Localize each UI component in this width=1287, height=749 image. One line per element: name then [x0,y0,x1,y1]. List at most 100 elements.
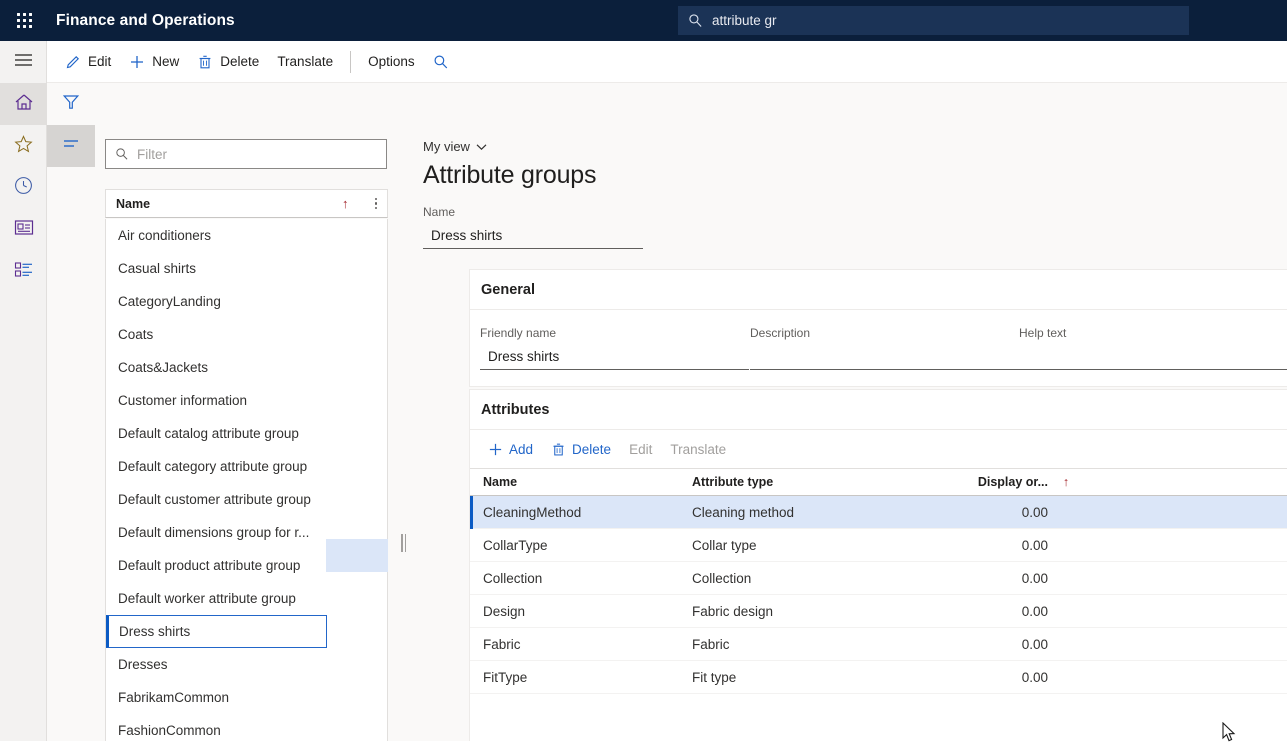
list-item[interactable]: Air conditioners [106,219,387,252]
list-item[interactable]: Coats&Jackets [106,351,387,384]
app-launcher-icon [17,13,32,28]
list-item-label: Coats [118,327,153,342]
column-header-attribute-type[interactable]: Attribute type [692,475,914,489]
cell-display-order: 0.00 [914,505,1054,520]
pane-splitter[interactable] [399,83,409,741]
options-button[interactable]: Options [359,46,424,78]
name-field-group: Name Dress shirts [423,205,643,249]
sidebar-item-home[interactable] [0,83,47,125]
sidebar-item-workspaces[interactable] [0,209,47,251]
translate-button[interactable]: Translate [268,46,342,78]
friendly-name-input[interactable]: Dress shirts [480,344,749,370]
list-item[interactable]: FabrikamCommon [106,681,387,714]
search-icon [433,54,449,70]
attributes-edit-button: Edit [620,435,661,463]
attributes-edit-label: Edit [629,442,652,457]
attributes-add-label: Add [509,442,533,457]
table-row[interactable]: DesignFabric design0.00 [470,595,1287,628]
list-item[interactable]: Customer information [106,384,387,417]
table-row[interactable]: CleaningMethodCleaning method0.00 [470,496,1287,529]
name-field-input[interactable]: Dress shirts [423,223,643,249]
options-button-label: Options [368,54,415,69]
column-header-name[interactable]: Name [470,475,692,489]
delete-button-label: Delete [220,54,259,69]
list-item[interactable]: FashionCommon [106,714,387,741]
column-header-display-order[interactable]: Display or... [914,475,1054,489]
pencil-icon [65,54,81,70]
table-row[interactable]: CollectionCollection0.00 [470,562,1287,595]
hamburger-menu-button[interactable] [0,41,47,83]
attributes-grid-body: CleaningMethodCleaning method0.00CollarT… [470,496,1287,694]
more-vertical-icon[interactable] [375,198,378,210]
action-toolbar: Edit New Delete [47,41,1287,83]
list-item-label: FabrikamCommon [118,690,229,705]
list-scrollbar[interactable] [381,219,388,741]
cell-name: CleaningMethod [470,505,692,520]
cell-display-order: 0.00 [914,637,1054,652]
general-section-title[interactable]: General [470,270,1287,310]
list-item[interactable]: Default catalog attribute group [106,417,387,450]
list-item[interactable]: CategoryLanding [106,285,387,318]
help-text-input[interactable] [1019,344,1287,370]
chevron-down-icon [476,143,487,151]
table-row[interactable]: FitTypeFit type0.00 [470,661,1287,694]
hamburger-menu-icon [14,53,33,72]
general-section: General Friendly name Dress shirts Descr… [469,269,1287,387]
list-item[interactable]: Dresses [106,648,387,681]
attributes-section: Attributes Add [469,389,1287,741]
list-icon [14,261,34,283]
attributes-section-title[interactable]: Attributes [470,390,1287,430]
clock-icon [14,176,33,200]
description-input[interactable] [750,344,1019,370]
list-item-label: Customer information [118,393,247,408]
list-item-label: Casual shirts [118,261,196,276]
general-fields: Friendly name Dress shirts Description H… [470,310,1287,370]
cell-name: Collection [470,571,692,586]
app-launcher-button[interactable] [0,0,48,41]
list-item[interactable]: Dress shirts [106,615,327,648]
list-view-button[interactable] [47,125,95,167]
trash-icon [197,54,213,70]
list-item[interactable]: Casual shirts [106,252,387,285]
cell-attribute-type: Collar type [692,538,914,553]
view-selector[interactable]: My view [423,139,487,154]
table-row[interactable]: FabricFabric0.00 [470,628,1287,661]
sidebar-item-modules[interactable] [0,251,47,293]
filter-input[interactable]: Filter [105,139,387,169]
attributes-delete-button[interactable]: Delete [542,435,620,463]
list-view-icon [62,137,80,156]
cell-attribute-type: Fabric [692,637,914,652]
list-item[interactable]: Coats [106,318,387,351]
cell-attribute-type: Collection [692,571,914,586]
attribute-group-list[interactable]: Air conditioners Casual shirts CategoryLan… [105,219,388,741]
list-column-header[interactable]: Name ↑ [105,189,388,218]
new-button-label: New [152,54,179,69]
sidebar-item-recent[interactable] [0,167,47,209]
list-column-header-label: Name [116,197,342,211]
list-item[interactable]: Default category attribute group [106,450,387,483]
plus-icon [129,54,145,70]
table-row[interactable]: CollarTypeCollar type0.00 [470,529,1287,562]
description-field-group: Description [750,326,1019,370]
list-item-label: Default product attribute group [118,558,300,573]
global-search-box[interactable]: attribute gr [678,6,1189,35]
toolbar-search-button[interactable] [424,46,458,78]
cell-name: Fabric [470,637,692,652]
sidebar-item-favorites[interactable] [0,125,47,167]
list-item[interactable]: Default worker attribute group [106,582,387,615]
cell-name: FitType [470,670,692,685]
edit-button[interactable]: Edit [56,46,120,78]
help-text-label: Help text [1019,326,1287,340]
trash-icon [551,442,566,457]
list-pane: Filter Name ↑ Air conditioners Casual shi… [47,83,400,741]
attributes-add-button[interactable]: Add [479,435,542,463]
list-item-label: Default customer attribute group [118,492,311,507]
filter-pane-button[interactable] [47,83,95,125]
list-item[interactable]: Default customer attribute group [106,483,387,516]
delete-button[interactable]: Delete [188,46,268,78]
list-item-label: Default category attribute group [118,459,307,474]
search-icon [115,147,129,161]
new-button[interactable]: New [120,46,188,78]
list-item-label: FashionCommon [118,723,221,738]
cell-name: Design [470,604,692,619]
